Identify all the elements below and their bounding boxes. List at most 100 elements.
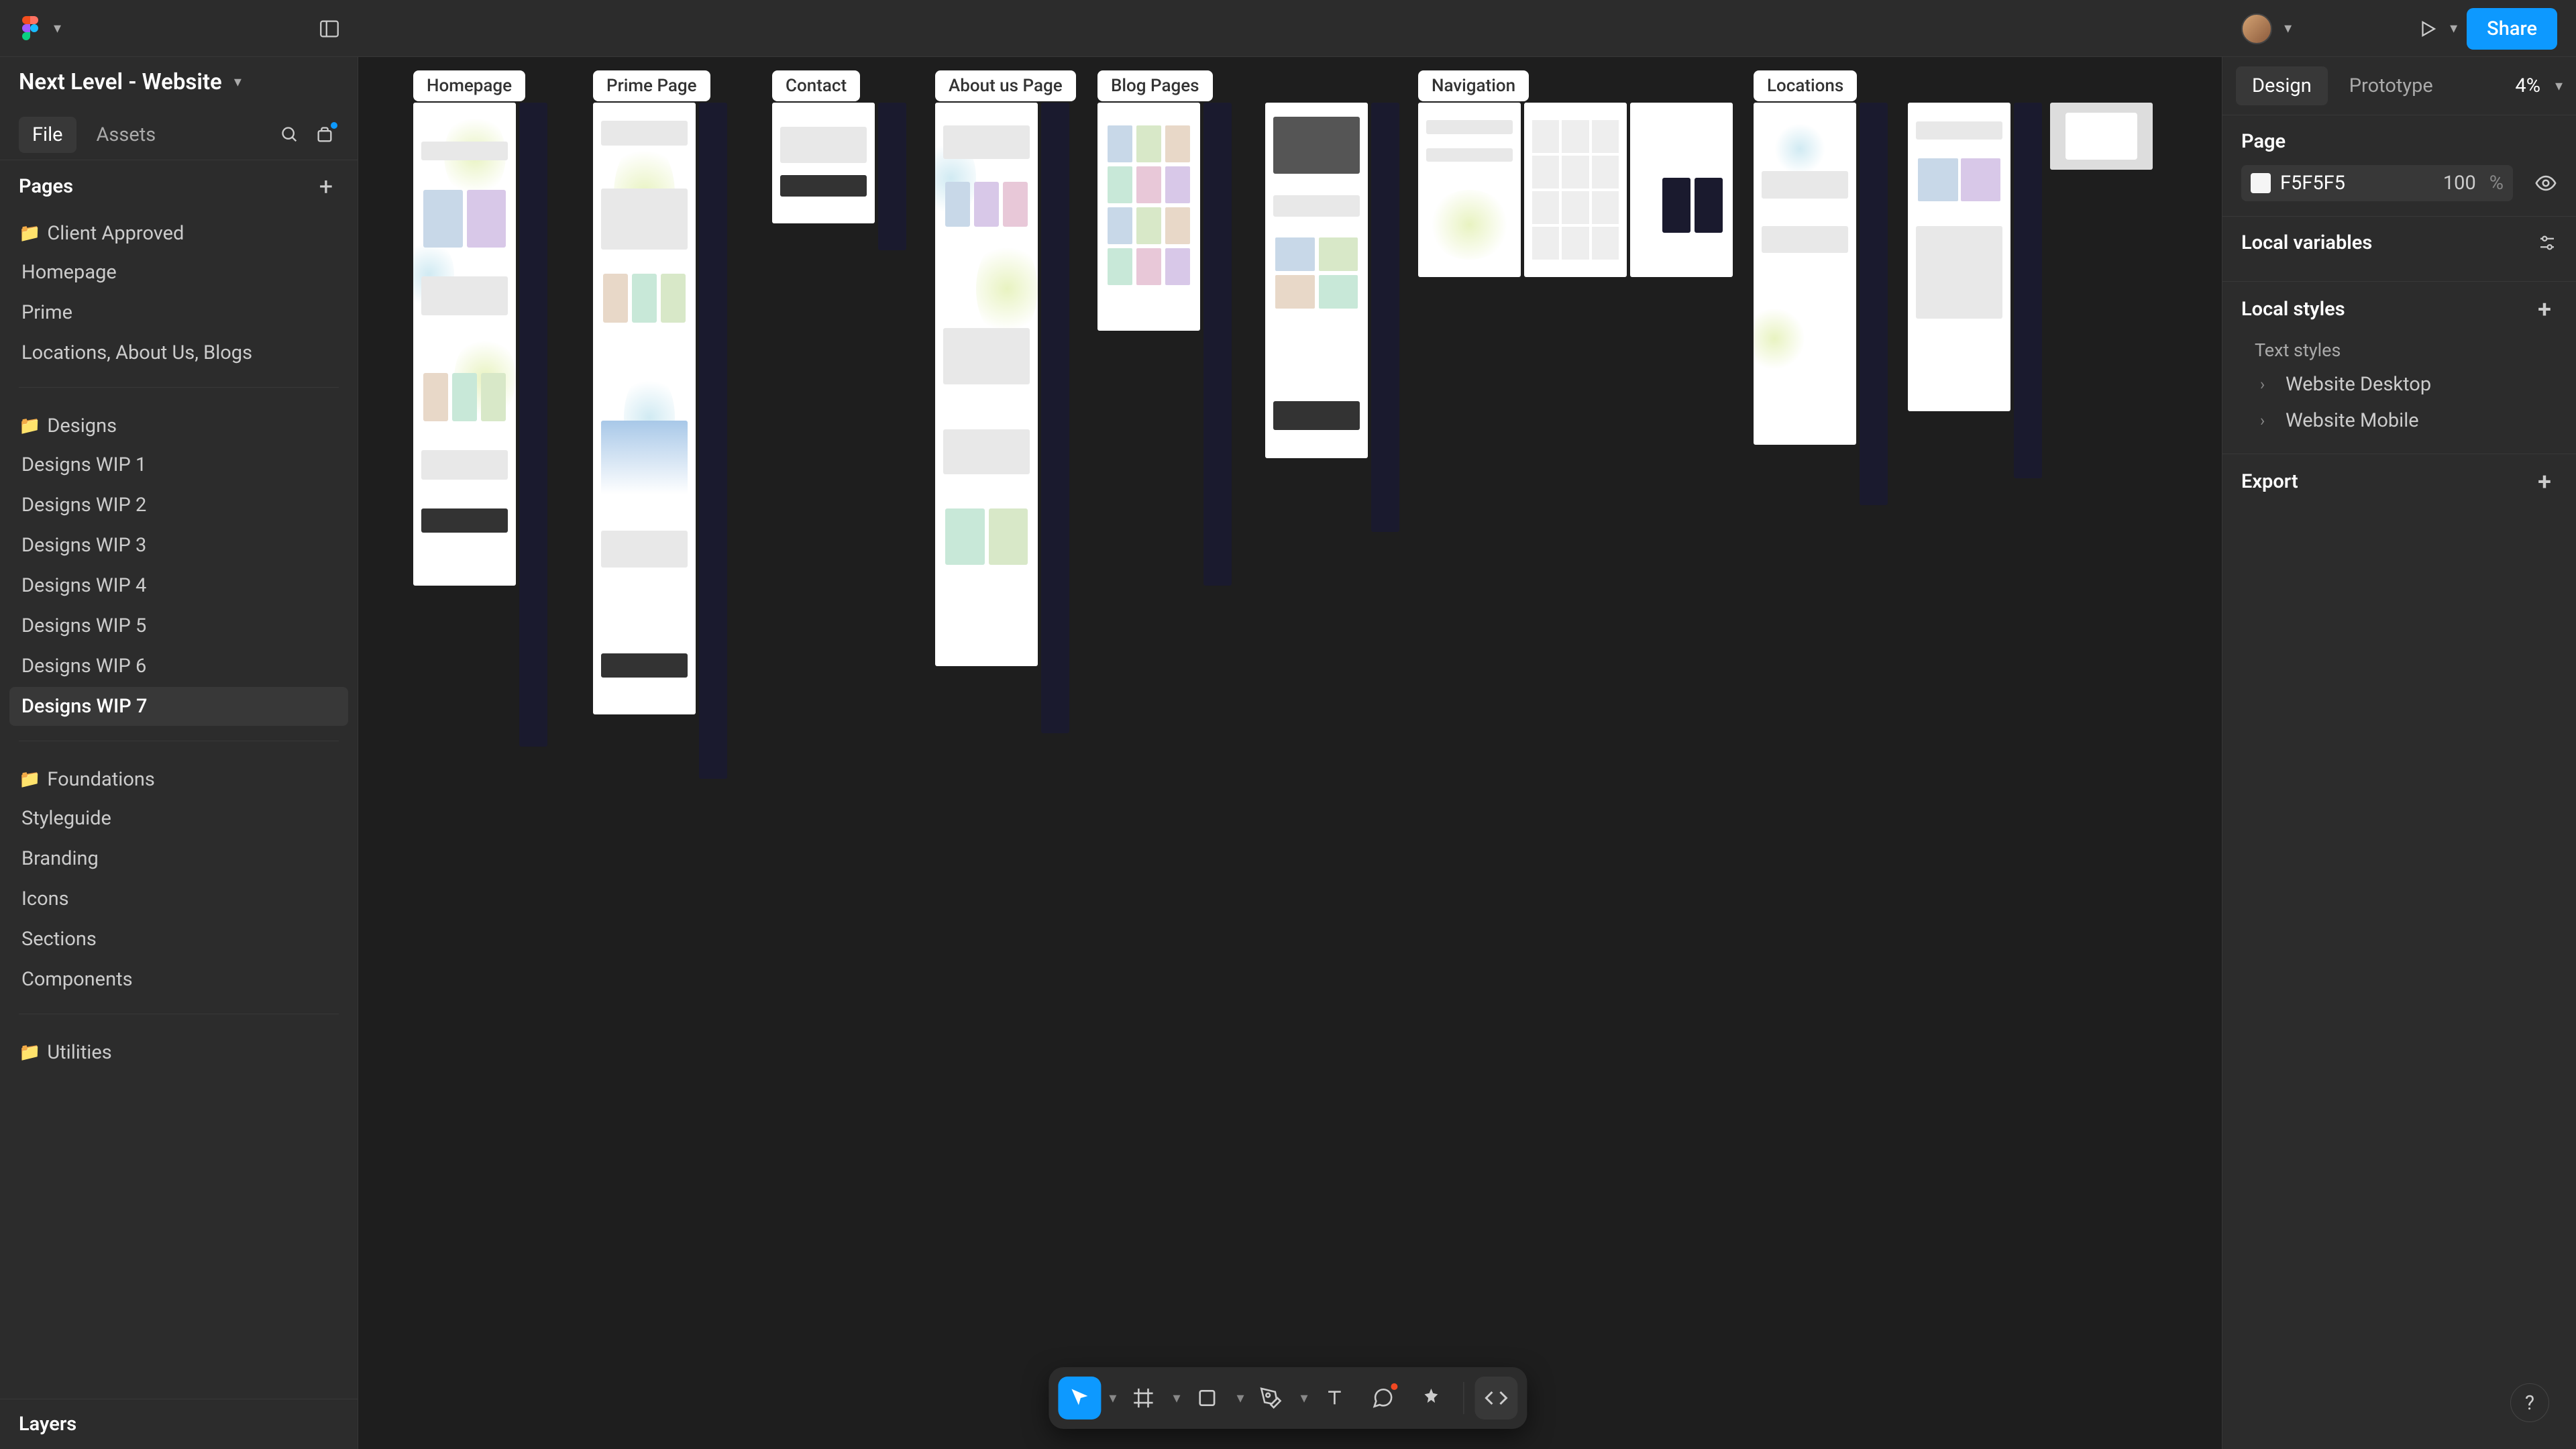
page-item[interactable]: Prime — [9, 293, 348, 332]
chevron-down-icon[interactable]: ▾ — [2284, 20, 2292, 37]
page-item[interactable]: Designs WIP 1 — [9, 445, 348, 484]
text-style-group[interactable]: › Website Mobile — [2241, 402, 2557, 439]
export-section: Export + — [2222, 453, 2576, 521]
header-right-cluster: ▾ ▾ Share — [2241, 0, 2557, 57]
chevron-down-icon[interactable]: ▾ — [1173, 1390, 1180, 1407]
frame-contact-desktop[interactable] — [772, 103, 875, 223]
search-icon[interactable] — [276, 121, 304, 149]
frame-blog-list-desktop[interactable] — [1097, 103, 1200, 331]
export-title: Export + — [2241, 469, 2557, 494]
page-item[interactable]: Styleguide — [9, 799, 348, 838]
frame-prime-mobile[interactable] — [699, 103, 727, 779]
frame-locations-2[interactable] — [1908, 103, 2010, 411]
page-item[interactable]: Sections — [9, 920, 348, 959]
text-style-group[interactable]: › Website Desktop — [2241, 366, 2557, 402]
page-item[interactable]: Designs WIP 5 — [9, 606, 348, 645]
frame-contact-mobile[interactable] — [878, 103, 906, 250]
right-panel: Design Prototype 4% ▾ Page F5F5F5 100 % … — [2222, 57, 2576, 1449]
frame-label[interactable]: Blog Pages — [1097, 70, 1213, 101]
chevron-down-icon[interactable]: ▾ — [54, 20, 61, 37]
page-item[interactable]: Designs WIP 6 — [9, 647, 348, 686]
frame-nav-1[interactable] — [1418, 103, 1521, 277]
page-item[interactable]: Icons — [9, 879, 348, 918]
project-title-row: Next Level - Website ▾ — [0, 57, 358, 110]
page-section-title: Page — [2241, 130, 2557, 153]
chevron-down-icon[interactable]: ▾ — [1301, 1390, 1308, 1407]
component-insert-icon[interactable] — [311, 121, 339, 149]
comment-tool[interactable] — [1362, 1377, 1405, 1419]
page-item[interactable]: Designs WIP 2 — [9, 486, 348, 525]
page-section-header[interactable]: 📁Foundations — [9, 756, 348, 798]
share-button[interactable]: Share — [2467, 8, 2557, 50]
play-icon[interactable] — [2418, 19, 2438, 39]
frame-label[interactable]: Contact — [772, 70, 860, 101]
avatar[interactable] — [2241, 13, 2272, 44]
devmode-tool[interactable] — [1475, 1377, 1518, 1419]
help-button[interactable]: ? — [2510, 1383, 2549, 1422]
chevron-down-icon[interactable]: ▾ — [1237, 1390, 1244, 1407]
frame-prime-desktop[interactable] — [593, 103, 696, 714]
actions-tool[interactable] — [1410, 1377, 1453, 1419]
page-list[interactable]: 📁Client ApprovedHomepagePrimeLocations, … — [0, 210, 358, 1071]
frame-homepage-mobile[interactable] — [519, 103, 547, 747]
page-bg-color[interactable]: F5F5F5 100 % — [2241, 165, 2513, 201]
chevron-down-icon[interactable]: ▾ — [2555, 78, 2563, 95]
tab-prototype[interactable]: Prototype — [2333, 66, 2449, 105]
tab-design[interactable]: Design — [2236, 66, 2328, 105]
frame-blog-list-mobile[interactable] — [1203, 103, 1232, 586]
frame-label[interactable]: Prime Page — [593, 70, 710, 101]
frame-label[interactable]: About us Page — [935, 70, 1076, 101]
figma-logo-icon[interactable] — [19, 17, 42, 40]
frame-about-desktop[interactable] — [935, 103, 1038, 666]
project-title[interactable]: Next Level - Website — [19, 69, 222, 95]
frame-homepage-desktop[interactable] — [413, 103, 516, 586]
chevron-down-icon[interactable]: ▾ — [1109, 1390, 1116, 1407]
move-tool[interactable] — [1058, 1377, 1101, 1419]
text-tool[interactable] — [1313, 1377, 1356, 1419]
chevron-right-icon: › — [2260, 375, 2276, 394]
page-section-header[interactable]: 📁Utilities — [9, 1029, 348, 1071]
page-item[interactable]: Branding — [9, 839, 348, 878]
frame-tool[interactable] — [1122, 1377, 1165, 1419]
frame-nav-2[interactable] — [1524, 103, 1627, 277]
variables-settings-icon[interactable] — [2537, 233, 2557, 253]
page-item[interactable]: Locations, About Us, Blogs — [9, 333, 348, 372]
frame-label[interactable]: Locations — [1754, 70, 1857, 101]
page-item[interactable]: Designs WIP 7 — [9, 687, 348, 726]
frame-locations-1-mobile[interactable] — [1860, 103, 1888, 505]
canvas[interactable]: Homepage Prime Page Contact About us Page Bl… — [358, 57, 2222, 1449]
visibility-toggle-icon[interactable] — [2534, 172, 2557, 195]
frame-locations-2-mobile[interactable] — [2014, 103, 2042, 478]
page-item[interactable]: Components — [9, 960, 348, 999]
zoom-level[interactable]: 4% — [2515, 74, 2540, 97]
page-item[interactable]: Designs WIP 4 — [9, 566, 348, 605]
frame-nav-mobile-1[interactable] — [1662, 178, 1690, 233]
frame-blog-post-desktop[interactable] — [1265, 103, 1368, 458]
toggle-sidebar-icon[interactable] — [313, 12, 346, 46]
add-style-icon[interactable]: + — [2532, 297, 2557, 322]
frame-about-mobile[interactable] — [1041, 103, 1069, 733]
page-item[interactable]: Homepage — [9, 253, 348, 292]
frame-label[interactable]: Navigation — [1418, 70, 1529, 101]
frame-locations-1[interactable] — [1754, 103, 1856, 445]
frame-locations-3[interactable] — [2050, 103, 2153, 170]
page-section-header[interactable]: 📁Designs — [9, 402, 348, 444]
tab-file[interactable]: File — [19, 117, 76, 153]
folder-icon: 📁 — [19, 223, 40, 244]
pen-tool[interactable] — [1250, 1377, 1293, 1419]
folder-icon: 📁 — [19, 1042, 40, 1063]
tab-assets[interactable]: Assets — [83, 117, 170, 153]
page-item[interactable]: Designs WIP 3 — [9, 526, 348, 565]
frame-nav-mobile-2[interactable] — [1695, 178, 1723, 233]
page-bg-section: Page F5F5F5 100 % — [2222, 115, 2576, 216]
rectangle-tool[interactable] — [1186, 1377, 1229, 1419]
local-styles-title: Local styles + — [2241, 297, 2557, 322]
frame-blog-post-mobile[interactable] — [1371, 103, 1399, 532]
page-section-header[interactable]: 📁Client Approved — [9, 210, 348, 252]
frame-label[interactable]: Homepage — [413, 70, 525, 101]
chevron-down-icon[interactable]: ▾ — [2450, 20, 2457, 37]
add-export-icon[interactable]: + — [2532, 469, 2557, 494]
add-page-icon[interactable]: + — [313, 174, 339, 199]
layers-header[interactable]: Layers — [0, 1399, 358, 1449]
chevron-down-icon[interactable]: ▾ — [234, 74, 241, 91]
